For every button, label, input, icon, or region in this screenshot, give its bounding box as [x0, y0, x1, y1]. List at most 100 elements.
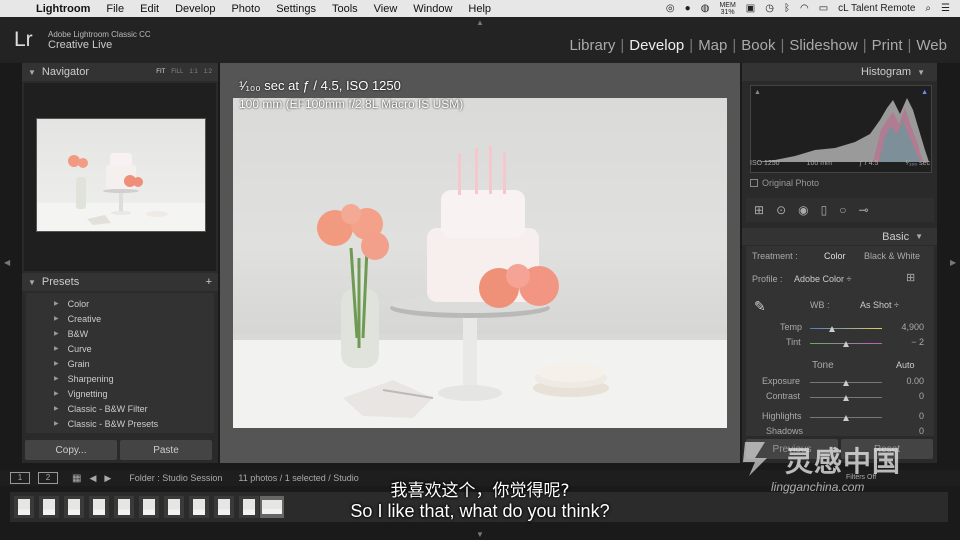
- treatment-bw-option[interactable]: Black & White: [864, 251, 920, 261]
- preset-folder[interactable]: ▶ Classic - B&W Filter: [26, 401, 214, 416]
- expand-triangle-icon[interactable]: ▶: [54, 360, 59, 367]
- menu-develop[interactable]: Develop: [167, 3, 223, 15]
- module-web[interactable]: Web: [911, 37, 952, 54]
- collapse-triangle-icon[interactable]: ▼: [28, 278, 36, 287]
- collapse-triangle-icon[interactable]: ▼: [28, 68, 36, 77]
- menu-tools[interactable]: Tools: [324, 3, 366, 15]
- contrast-value[interactable]: 0: [884, 391, 924, 401]
- treatment-color-option[interactable]: Color: [824, 251, 846, 261]
- menu-file[interactable]: File: [98, 3, 132, 15]
- graduated-filter-icon[interactable]: ▯: [821, 203, 828, 217]
- preset-folder[interactable]: ▶ Curve: [26, 341, 214, 356]
- menu-settings[interactable]: Settings: [268, 3, 324, 15]
- menu-list-icon[interactable]: ☰: [941, 3, 950, 14]
- exposure-value[interactable]: 0.00: [884, 376, 924, 386]
- record-icon[interactable]: ●: [685, 3, 691, 14]
- original-photo-checkbox[interactable]: [750, 179, 758, 187]
- highlights-value[interactable]: 0: [884, 411, 924, 421]
- temp-slider[interactable]: [810, 328, 882, 329]
- expand-triangle-icon[interactable]: ▶: [54, 300, 59, 307]
- menu-photo[interactable]: Photo: [223, 3, 268, 15]
- expand-triangle-icon[interactable]: ▶: [54, 345, 59, 352]
- creative-cloud-icon[interactable]: ◎: [666, 3, 675, 14]
- time-machine-icon[interactable]: ◷: [765, 3, 774, 14]
- left-panel-toggle-icon[interactable]: ◀: [4, 258, 10, 267]
- white-balance-picker-icon[interactable]: ✎: [754, 298, 766, 315]
- highlights-slider-handle[interactable]: [843, 415, 849, 421]
- preset-folder[interactable]: ▶ Color: [26, 296, 214, 311]
- display-icon[interactable]: ▣: [746, 3, 755, 14]
- preset-folder[interactable]: ▶ Classic - B&W Presets: [26, 416, 214, 431]
- module-slideshow[interactable]: Slideshow: [784, 37, 862, 54]
- expand-triangle-icon[interactable]: ▶: [54, 315, 59, 322]
- bluetooth-icon[interactable]: ᛒ: [784, 3, 790, 14]
- app-status-icon[interactable]: ◍: [701, 3, 710, 14]
- preset-folder[interactable]: ▶ Creative: [26, 311, 214, 326]
- presets-header[interactable]: ▼ Presets +: [22, 273, 218, 291]
- histogram-header[interactable]: Histogram ▼: [742, 63, 937, 81]
- collapse-triangle-icon[interactable]: ▼: [915, 232, 923, 241]
- red-eye-icon[interactable]: ◉: [798, 203, 808, 217]
- menu-window[interactable]: Window: [405, 3, 460, 15]
- expand-triangle-icon[interactable]: ▶: [54, 420, 59, 427]
- expand-triangle-icon[interactable]: ▶: [54, 390, 59, 397]
- image-view[interactable]: ¹⁄₁₀₀ sec at ƒ / 4.5, ISO 1250 100 mm (E…: [220, 63, 740, 463]
- navigator-preview[interactable]: [24, 83, 216, 271]
- photo-info-shutter: ¹⁄₁₀₀ sec at ƒ / 4.5, ISO 1250: [239, 78, 401, 93]
- navigator-header[interactable]: ▼ Navigator FIT FILL 1:1 1:2: [22, 63, 218, 81]
- expand-triangle-icon[interactable]: ▶: [54, 405, 59, 412]
- highlight-clipping-icon[interactable]: ▲: [921, 89, 928, 96]
- basic-header[interactable]: Basic ▼: [742, 228, 937, 245]
- main-photo[interactable]: [233, 98, 727, 428]
- module-book[interactable]: Book: [736, 37, 780, 54]
- module-library[interactable]: Library: [564, 37, 620, 54]
- top-panel-toggle-icon[interactable]: ▲: [476, 18, 484, 27]
- module-print[interactable]: Print: [867, 37, 908, 54]
- collapse-triangle-icon[interactable]: ▼: [917, 68, 925, 77]
- navigator-thumbnail[interactable]: [36, 118, 206, 232]
- account-name[interactable]: cL Talent Remote: [838, 3, 915, 14]
- wifi-icon[interactable]: ◠: [800, 3, 809, 14]
- zoom-fill[interactable]: FILL: [171, 69, 183, 75]
- adjustment-brush-icon[interactable]: ⊸: [858, 203, 868, 217]
- profile-browser-icon[interactable]: ⊞: [906, 271, 915, 284]
- expand-triangle-icon[interactable]: ▶: [54, 375, 59, 382]
- radial-filter-icon[interactable]: ○: [839, 203, 846, 217]
- battery-icon[interactable]: ▭: [819, 3, 828, 14]
- shadows-value[interactable]: 0: [884, 426, 924, 436]
- preset-folder[interactable]: ▶ B&W: [26, 326, 214, 341]
- shadow-clipping-icon[interactable]: ▲: [754, 89, 761, 96]
- module-develop[interactable]: Develop: [624, 37, 689, 54]
- expand-triangle-icon[interactable]: ▶: [54, 330, 59, 337]
- tint-slider-handle[interactable]: [843, 341, 849, 347]
- temp-value[interactable]: 4,900: [884, 322, 924, 332]
- right-panel-toggle-icon[interactable]: ▶: [950, 258, 956, 267]
- zoom-1-2[interactable]: 1:2: [204, 69, 212, 75]
- preset-folder[interactable]: ▶ Grain: [26, 356, 214, 371]
- module-map[interactable]: Map: [693, 37, 732, 54]
- menu-app[interactable]: Lightroom: [28, 3, 98, 15]
- preset-folder[interactable]: ▶ Sharpening: [26, 371, 214, 386]
- add-preset-icon[interactable]: +: [206, 276, 212, 288]
- zoom-fit[interactable]: FIT: [156, 69, 165, 75]
- original-photo-toggle[interactable]: Original Photo: [750, 178, 819, 188]
- paste-button[interactable]: Paste: [120, 440, 212, 460]
- tint-value[interactable]: − 2: [884, 337, 924, 347]
- temp-slider-handle[interactable]: [829, 326, 835, 332]
- copy-button[interactable]: Copy...: [25, 440, 117, 460]
- wb-dropdown[interactable]: As Shot ÷: [860, 300, 899, 310]
- menu-view[interactable]: View: [366, 3, 406, 15]
- exposure-slider-handle[interactable]: [843, 380, 849, 386]
- menu-help[interactable]: Help: [460, 3, 499, 15]
- crop-tool-icon[interactable]: ⊞: [754, 203, 764, 217]
- auto-tone-button[interactable]: Auto: [896, 360, 915, 370]
- preset-folder[interactable]: ▶ Vignetting: [26, 386, 214, 401]
- search-icon[interactable]: ⌕: [925, 3, 931, 14]
- bottom-panel-toggle-icon[interactable]: ▼: [476, 530, 484, 539]
- memory-indicator[interactable]: MEM 31%: [719, 2, 735, 16]
- profile-dropdown[interactable]: Adobe Color ÷: [794, 274, 851, 284]
- spot-removal-icon[interactable]: ⊙: [776, 203, 786, 217]
- zoom-1-1[interactable]: 1:1: [189, 69, 197, 75]
- contrast-slider-handle[interactable]: [843, 395, 849, 401]
- menu-edit[interactable]: Edit: [132, 3, 167, 15]
